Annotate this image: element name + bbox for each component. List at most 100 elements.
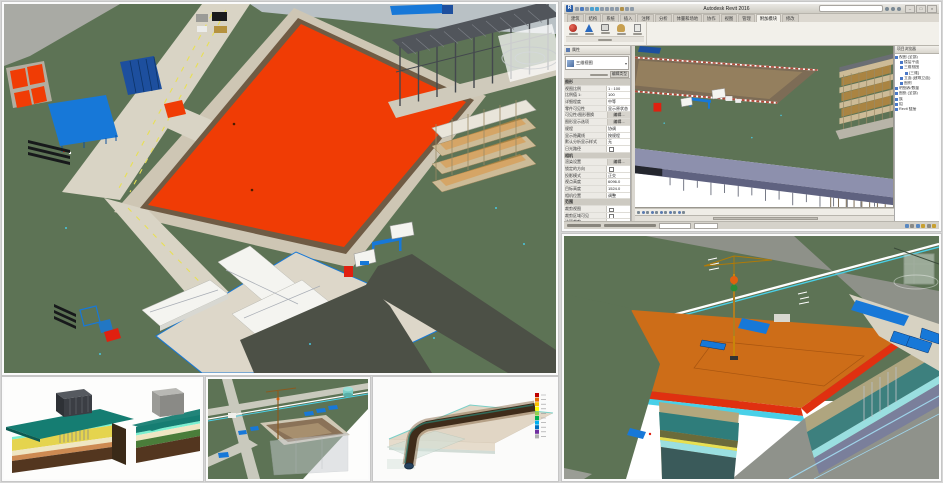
property-row[interactable]: 视点高度 6096.0 xyxy=(564,179,630,186)
worksets-box[interactable] xyxy=(659,223,691,229)
infocenter-icon[interactable] xyxy=(885,7,889,11)
quick-access-icon[interactable] xyxy=(615,7,619,11)
quick-access-icon[interactable] xyxy=(595,7,599,11)
infocenter-search-input[interactable] xyxy=(819,5,883,12)
design-options-box[interactable] xyxy=(694,223,718,229)
window-button[interactable]: × xyxy=(927,5,937,13)
property-row[interactable]: 裁剪区域可见 xyxy=(564,213,630,220)
view-control-icon[interactable] xyxy=(642,211,645,214)
ribbon-tab[interactable]: 结构 xyxy=(585,14,602,22)
status-icon[interactable] xyxy=(932,224,936,228)
property-row[interactable]: 显示隐藏线 按规程 xyxy=(564,133,630,140)
status-icon[interactable] xyxy=(910,224,914,228)
property-value[interactable]: 编辑... xyxy=(607,159,630,165)
ribbon-tab[interactable]: 体量和场地 xyxy=(673,14,702,22)
quick-access-icon[interactable] xyxy=(625,7,629,11)
property-value[interactable] xyxy=(606,166,630,172)
quick-access-icon[interactable] xyxy=(590,7,594,11)
window-button[interactable]: □ xyxy=(916,5,926,13)
view-control-icon[interactable] xyxy=(673,211,676,214)
edit-type-button[interactable]: 编辑类型 xyxy=(610,71,629,78)
property-row[interactable]: 规程 协调 xyxy=(564,126,630,133)
property-value[interactable]: 按规程 xyxy=(606,133,630,139)
property-value[interactable]: 1524.0 xyxy=(606,186,630,192)
ribbon-tab[interactable]: 系统 xyxy=(602,14,619,22)
ribbon-tab[interactable]: 插入 xyxy=(620,14,637,22)
view-control-icon[interactable] xyxy=(682,211,685,214)
property-row[interactable]: 渲染设置 编辑... xyxy=(564,159,630,166)
ribbon-tab[interactable]: 协作 xyxy=(703,14,720,22)
type-selector[interactable]: 三维视图 ▾ xyxy=(565,56,629,70)
property-row[interactable]: 可见性/图形替换 编辑... xyxy=(564,112,630,119)
quick-access-icon[interactable] xyxy=(600,7,604,11)
ribbon-tab[interactable]: 修改 xyxy=(782,14,799,22)
quick-access-icon[interactable] xyxy=(580,7,584,11)
quick-access-icon[interactable] xyxy=(575,7,579,11)
property-row[interactable]: 日光路径 xyxy=(564,146,630,153)
revit-3d-viewport[interactable] xyxy=(635,46,894,208)
browser-tree-item[interactable]: Revit 链接 xyxy=(895,107,939,112)
view-control-icon[interactable] xyxy=(660,211,663,214)
ribbon-tab[interactable]: 建筑 xyxy=(567,14,584,22)
status-icon[interactable] xyxy=(927,224,931,228)
property-value[interactable]: 100 xyxy=(606,92,630,98)
view-control-icon[interactable] xyxy=(655,211,658,214)
property-value[interactable]: 无 xyxy=(606,139,630,145)
ribbon-button[interactable] xyxy=(582,23,596,36)
view-control-icon[interactable] xyxy=(651,211,654,214)
quick-access-icon[interactable] xyxy=(605,7,609,11)
property-value[interactable]: 调整 xyxy=(606,193,630,199)
property-row[interactable]: 图形 xyxy=(564,79,630,86)
app-menu-button[interactable]: R xyxy=(566,5,573,12)
property-row[interactable]: 相机位置 调整 xyxy=(564,193,630,200)
view-control-icon[interactable] xyxy=(664,211,667,214)
property-row[interactable]: 零件可见性 显示原状态 xyxy=(564,106,630,113)
property-value[interactable]: 协调 xyxy=(606,126,630,132)
view-control-icon[interactable] xyxy=(669,211,672,214)
property-row[interactable]: 视图比例 1 : 100 xyxy=(564,86,630,93)
property-value[interactable]: 编辑... xyxy=(607,119,630,125)
ribbon-button[interactable] xyxy=(566,23,580,36)
property-value[interactable] xyxy=(606,219,630,221)
property-value[interactable] xyxy=(606,146,630,152)
status-icon[interactable] xyxy=(921,224,925,228)
ribbon-button[interactable] xyxy=(614,23,628,36)
property-value[interactable]: 编辑... xyxy=(607,112,630,118)
property-value[interactable]: 中等 xyxy=(606,99,630,105)
window-button[interactable]: – xyxy=(905,5,915,13)
property-value[interactable]: 显示原状态 xyxy=(606,106,630,112)
infocenter-icon[interactable] xyxy=(897,7,901,11)
status-icon[interactable] xyxy=(905,224,909,228)
quick-access-icon[interactable] xyxy=(585,7,589,11)
infocenter-icon[interactable] xyxy=(891,7,895,11)
ribbon-tab[interactable]: 管理 xyxy=(738,14,755,22)
ribbon-tab[interactable]: 视图 xyxy=(721,14,738,22)
property-row[interactable]: 图形显示选项 编辑... xyxy=(564,119,630,126)
property-value[interactable]: 6096.0 xyxy=(606,179,630,185)
view-control-icon[interactable] xyxy=(678,211,681,214)
quick-access-icon[interactable] xyxy=(610,7,614,11)
view-control-icon[interactable] xyxy=(637,211,640,214)
property-value[interactable] xyxy=(606,213,630,219)
quick-access-icon[interactable] xyxy=(620,7,624,11)
property-row[interactable]: 默认分析显示样式 无 xyxy=(564,139,630,146)
property-row[interactable]: 比例值 1: 100 xyxy=(564,92,630,99)
property-row[interactable]: 投影模式 正交 xyxy=(564,173,630,180)
property-row[interactable]: 相机 xyxy=(564,153,630,160)
property-row[interactable]: 裁剪视图 xyxy=(564,206,630,213)
ribbon-button[interactable] xyxy=(630,23,644,36)
property-value[interactable] xyxy=(606,206,630,212)
view-control-icon[interactable] xyxy=(646,211,649,214)
ribbon-tab[interactable]: 注释 xyxy=(637,14,654,22)
property-row[interactable]: 锁定的方向 xyxy=(564,166,630,173)
ribbon-tab[interactable]: 附加模块 xyxy=(756,14,781,22)
status-icon[interactable] xyxy=(916,224,920,228)
property-row[interactable]: 目标高度 1524.0 xyxy=(564,186,630,193)
property-row[interactable]: 详细程度 中等 xyxy=(564,99,630,106)
quick-access-icon[interactable] xyxy=(630,7,634,11)
property-value[interactable]: 1 : 100 xyxy=(606,86,630,92)
ribbon-tab[interactable]: 分析 xyxy=(655,14,672,22)
ribbon-button[interactable] xyxy=(598,23,612,36)
horizontal-scrollbar[interactable] xyxy=(635,215,894,221)
property-row[interactable]: 范围 xyxy=(564,199,630,206)
